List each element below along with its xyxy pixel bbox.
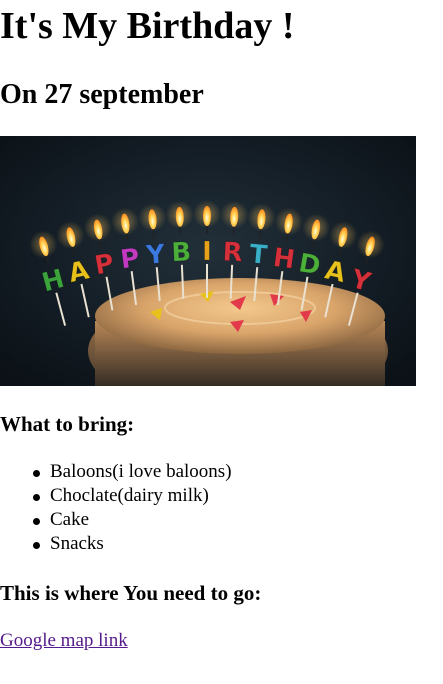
list-item: Choclate(dairy milk) [0, 484, 232, 508]
candle-letter: Y [144, 239, 168, 271]
wick [152, 229, 155, 238]
list-item-label: Choclate(dairy milk) [50, 485, 209, 506]
list-item-label: Cake [50, 509, 90, 530]
bring-list: Baloons(i love baloons) Choclate(dairy m… [0, 460, 232, 556]
candle-letter: R [222, 237, 243, 268]
page-title: It's My Birthday ! [0, 5, 295, 47]
list-item: Snacks [0, 532, 232, 556]
wick [125, 233, 129, 242]
location-heading: This is where You need to go: [0, 581, 262, 605]
list-item: Cake [0, 508, 232, 532]
bullet-icon [33, 470, 40, 477]
google-map-link[interactable]: Google map link [0, 629, 128, 653]
wick [259, 229, 262, 238]
candle-letter: P [119, 243, 142, 275]
flame-icon [203, 206, 211, 226]
bullet-icon [33, 518, 40, 525]
bullet-icon [33, 542, 40, 549]
bullet-icon [33, 494, 40, 501]
list-item-label: Snacks [50, 533, 104, 554]
list-item-label: Baloons(i love baloons) [50, 461, 232, 482]
cake-top [95, 278, 385, 354]
candle-letter: B [171, 237, 192, 268]
candle-letter: H [271, 243, 296, 276]
what-to-bring-heading: What to bring: [0, 412, 135, 436]
list-item: Baloons(i love baloons) [0, 460, 232, 484]
birthday-cake-image: HAPPYBIRTHDAY [0, 136, 416, 386]
date-heading: On 27 september [0, 79, 204, 110]
candle-letter: I [202, 237, 212, 267]
wick [285, 233, 289, 242]
candle-letter: T [248, 240, 269, 271]
